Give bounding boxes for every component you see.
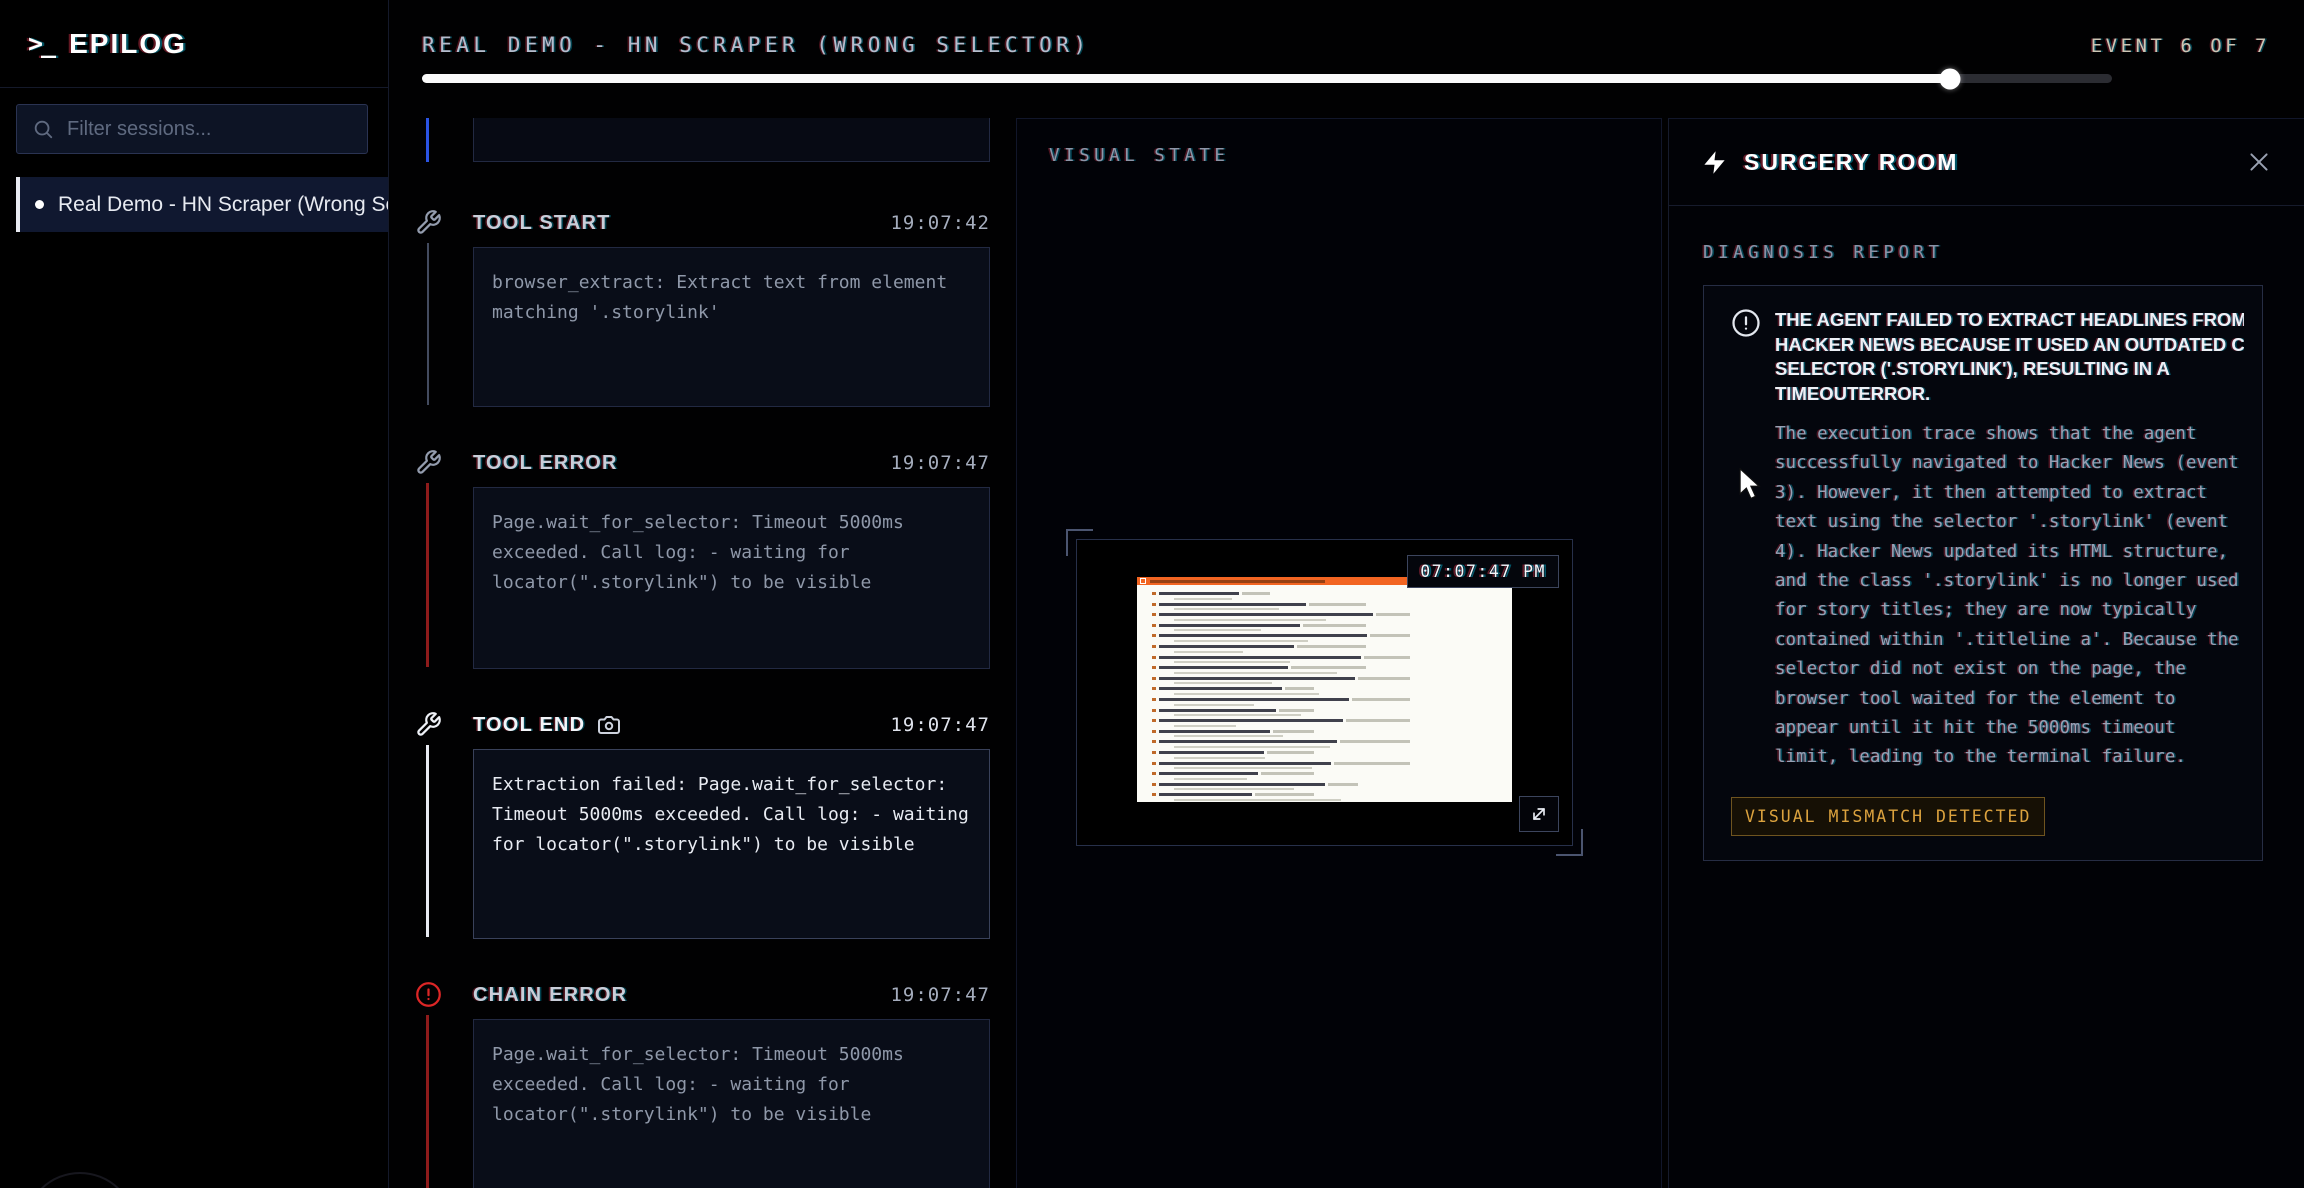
corner-bracket-icon xyxy=(1556,829,1583,856)
timeline-event-tool-start[interactable]: TOOL START 19:07:42 browser_extract: Extra… xyxy=(389,207,1016,407)
event-header: TOOL ERROR 19:07:47 xyxy=(389,447,990,479)
previous-event-box xyxy=(473,118,990,162)
session-label: Real Demo - HN Scraper (Wrong Selector) xyxy=(58,193,388,217)
hn-story-row xyxy=(1152,592,1512,600)
wrench-icon xyxy=(415,711,442,738)
screenshot-timestamp: 07:07:47 PM xyxy=(1407,555,1559,588)
hn-story-row xyxy=(1152,793,1512,801)
event-timestamp: 19:07:47 xyxy=(890,452,990,474)
hn-story-row xyxy=(1152,613,1512,621)
corner-bracket-icon xyxy=(1066,529,1093,556)
timeline-event-tool-error[interactable]: TOOL ERROR 19:07:47 Page.wait_for_selector… xyxy=(389,447,1016,669)
expand-screenshot-button[interactable] xyxy=(1519,796,1559,832)
session-filter[interactable] xyxy=(16,104,368,154)
event-timestamp: 19:07:47 xyxy=(890,714,990,736)
surgery-room-title: SURGERY ROOM xyxy=(1744,149,1958,176)
timeline-connector xyxy=(426,483,429,667)
hn-story-row xyxy=(1152,719,1512,727)
surgery-room-header: SURGERY ROOM xyxy=(1669,119,2304,206)
event-title: TOOL START xyxy=(473,212,611,235)
logo-row: >_ EPILOG xyxy=(0,0,388,88)
timeline-connector xyxy=(426,1015,429,1188)
hn-story-row xyxy=(1152,751,1512,759)
event-header: TOOL START 19:07:42 xyxy=(389,207,990,239)
timeline-scrubber[interactable] xyxy=(422,74,2112,83)
scrubber-fill xyxy=(422,74,1950,83)
close-icon[interactable] xyxy=(2246,149,2272,175)
hn-logo-icon xyxy=(1140,578,1146,584)
hn-story-row xyxy=(1152,730,1512,738)
hn-rows xyxy=(1137,585,1512,801)
hn-story-row xyxy=(1152,783,1512,791)
warning-circle-icon xyxy=(1731,308,1761,338)
sidebar: >_ EPILOG Real Demo - HN Scraper (Wrong … xyxy=(0,0,389,1188)
timeline-events: TOOL START 19:07:42 browser_extract: Extra… xyxy=(389,207,1016,1188)
hn-story-row xyxy=(1152,603,1512,611)
timeline-event-tool-end[interactable]: TOOL END 19:07:47 Extraction failed: Page.… xyxy=(389,709,1016,939)
hn-story-row xyxy=(1152,762,1512,770)
timeline-connector xyxy=(426,745,429,937)
visual-state-panel: VISUAL STATE 07:07:47 PM xyxy=(1016,118,1662,1188)
search-icon xyxy=(32,118,54,140)
alert-icon xyxy=(415,981,442,1008)
session-title: REAL DEMO - HN SCRAPER (WRONG SELECTOR) xyxy=(422,33,1091,57)
hn-story-row xyxy=(1152,709,1512,717)
screenshot-frame[interactable]: 07:07:47 PM xyxy=(1076,539,1573,846)
event-header: TOOL END 19:07:47 xyxy=(389,709,990,741)
timeline-connector-blue xyxy=(426,118,429,162)
diagnosis-report-card: THE AGENT FAILED TO EXTRACT HEADLINES FR… xyxy=(1703,285,2263,861)
camera-icon xyxy=(597,713,621,737)
bottom-left-circle-decoration xyxy=(24,1172,136,1188)
hn-story-row xyxy=(1152,698,1512,706)
event-title: TOOL ERROR xyxy=(473,452,618,475)
filter-sessions-input[interactable] xyxy=(67,118,352,141)
hn-story-row xyxy=(1152,624,1512,632)
session-bullet-icon xyxy=(35,200,44,209)
wrench-icon xyxy=(415,209,442,236)
event-header: CHAIN ERROR 19:07:47 xyxy=(389,979,990,1011)
event-timeline: TOOL START 19:07:42 browser_extract: Extra… xyxy=(389,118,1016,1188)
expand-icon xyxy=(1529,804,1549,824)
diagnosis-report-label: DIAGNOSIS REPORT xyxy=(1703,243,2304,263)
event-title: TOOL END xyxy=(473,714,585,737)
terminal-prompt-icon: >_ xyxy=(28,29,54,58)
surgery-room-panel: SURGERY ROOM DIAGNOSIS REPORT THE AGENT … xyxy=(1668,118,2304,1188)
hn-story-row xyxy=(1152,656,1512,664)
visual-state-label: VISUAL STATE xyxy=(1049,146,1229,166)
scrubber-thumb[interactable] xyxy=(1939,68,1960,89)
event-timestamp: 19:07:47 xyxy=(890,984,990,1006)
sidebar-session-item[interactable]: Real Demo - HN Scraper (Wrong Selector) xyxy=(16,177,388,232)
visual-mismatch-badge: VISUAL MISMATCH DETECTED xyxy=(1731,797,2045,836)
event-payload: browser_extract: Extract text from eleme… xyxy=(473,247,990,407)
event-timestamp: 19:07:42 xyxy=(890,212,990,234)
event-payload: Page.wait_for_selector: Timeout 5000ms e… xyxy=(473,1019,990,1188)
event-payload: Extraction failed: Page.wait_for_selecto… xyxy=(473,749,990,939)
hn-story-row xyxy=(1152,645,1512,653)
hn-story-row xyxy=(1152,687,1512,695)
hn-nav-text xyxy=(1150,580,1325,583)
timeline-event-chain-error[interactable]: CHAIN ERROR 19:07:47 Page.wait_for_selecto… xyxy=(389,979,1016,1188)
hn-story-row xyxy=(1152,634,1512,642)
previous-event-tail xyxy=(389,118,1016,162)
wrench-icon xyxy=(415,449,442,476)
hn-story-row xyxy=(1152,740,1512,748)
brand-logo: EPILOG xyxy=(69,28,187,60)
event-payload: Page.wait_for_selector: Timeout 5000ms e… xyxy=(473,487,990,669)
event-title: CHAIN ERROR xyxy=(473,984,627,1007)
diagnosis-title: THE AGENT FAILED TO EXTRACT HEADLINES FR… xyxy=(1775,308,2244,406)
hn-story-row xyxy=(1152,772,1512,780)
hacker-news-screenshot xyxy=(1137,577,1512,802)
hn-story-row xyxy=(1152,666,1512,674)
timeline-connector xyxy=(427,243,429,405)
hn-story-row xyxy=(1152,677,1512,685)
diagnosis-body: The execution trace shows that the agent… xyxy=(1775,420,2244,773)
event-counter: EVENT 6 OF 7 xyxy=(2091,35,2270,57)
lightning-bolt-icon xyxy=(1701,149,1728,176)
